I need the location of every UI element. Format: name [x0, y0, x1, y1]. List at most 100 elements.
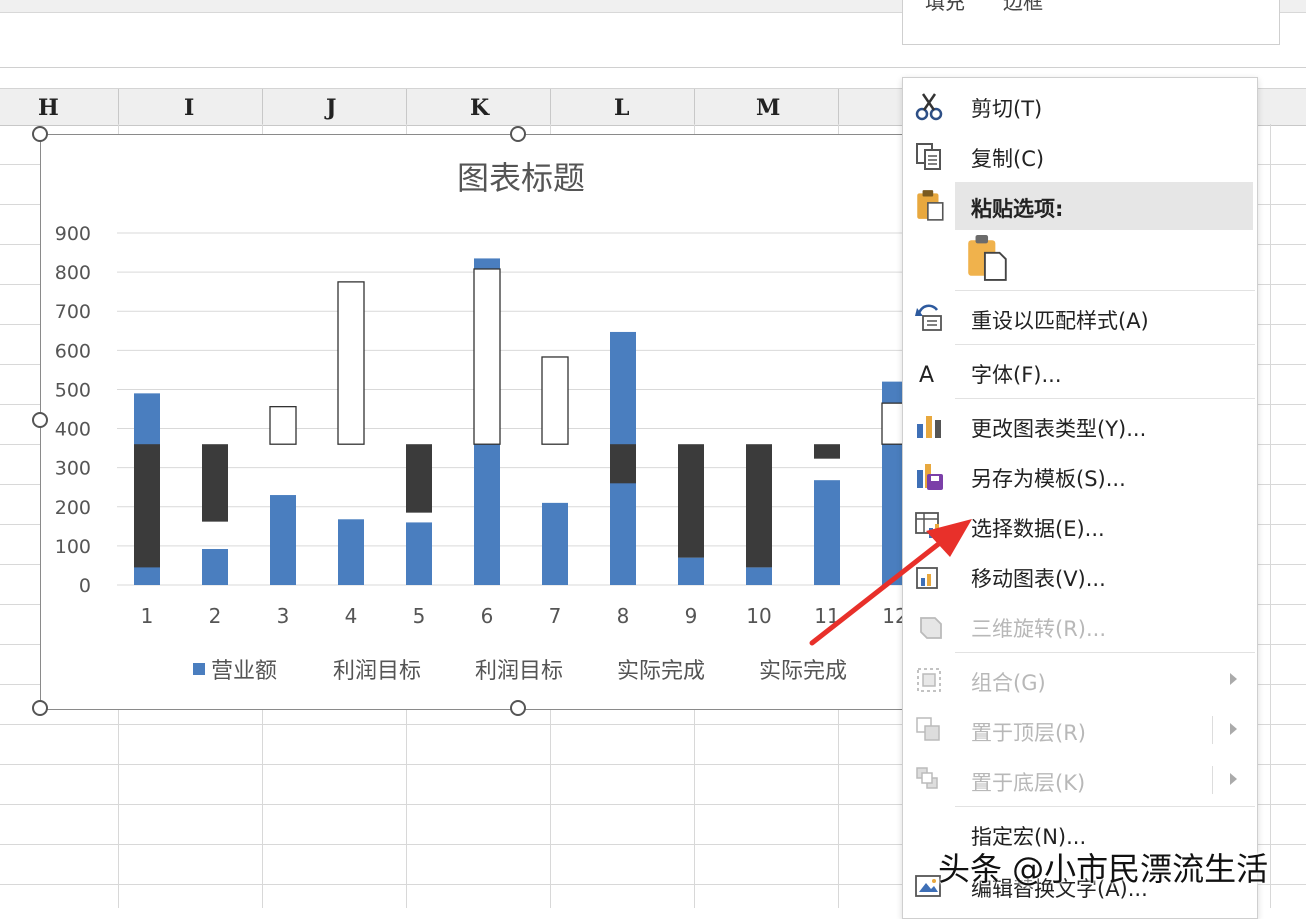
- x-tick-label: 7: [549, 604, 562, 628]
- menu-separator: [955, 652, 1255, 653]
- column-header-k[interactable]: K: [470, 95, 489, 121]
- menu-item-label: 三维旋转(R)...: [971, 617, 1107, 641]
- menu-item-group[interactable]: 组合(G): [903, 656, 1257, 704]
- menu-item-send-back[interactable]: 置于底层(K): [903, 756, 1257, 804]
- x-tick-label: 6: [481, 604, 494, 628]
- x-tick-label: 3: [277, 604, 290, 628]
- menu-separator: [955, 398, 1255, 399]
- menu-item-reset-style[interactable]: 重设以匹配样式(A): [903, 294, 1257, 342]
- y-tick-label: 900: [55, 223, 91, 245]
- column-separator[interactable]: [406, 89, 407, 125]
- legend-entry: 实际完成: [617, 659, 705, 684]
- fill-tab[interactable]: 填充: [925, 0, 965, 15]
- submenu-divider: [1212, 716, 1213, 744]
- bar-segment-white: [337, 281, 365, 445]
- y-tick-label: 300: [55, 458, 91, 480]
- y-tick-label: 700: [55, 301, 91, 323]
- bar-segment-blue: [542, 502, 568, 585]
- annotation-arrow: [809, 519, 972, 646]
- bar-segment-dark: [678, 444, 704, 558]
- bar-segment-white: [541, 356, 569, 445]
- legend-entry: 营业额: [211, 659, 277, 684]
- x-tick-label: 9: [685, 604, 698, 628]
- menu-item-label: 另存为模板(S)...: [971, 467, 1126, 491]
- menu-item-copy[interactable]: 复制(C): [903, 132, 1257, 180]
- y-tick-label: 500: [55, 379, 91, 401]
- menu-item-label: 组合(G): [971, 671, 1046, 695]
- menu-item-cut[interactable]: 剪切(T): [903, 82, 1257, 130]
- menu-item-font[interactable]: A 字体(F)...: [903, 348, 1257, 396]
- paste-keep-button[interactable]: [965, 234, 1011, 284]
- bar-segment-dark: [814, 444, 840, 459]
- save-template-icon: [917, 464, 943, 490]
- y-tick-label: 0: [79, 575, 91, 597]
- bar-segment-white: [269, 406, 297, 445]
- column-header-h[interactable]: H: [38, 95, 59, 121]
- bar-segment-blue: [406, 522, 432, 585]
- bring-front-icon: [916, 717, 940, 741]
- chart-object[interactable]: 图表标题 0 100 200 300 400 500 600 700 800 900 1 2 3 4 5 6 7 8…: [40, 134, 912, 710]
- column-separator[interactable]: [838, 89, 839, 125]
- bar-segment-dark: [406, 444, 432, 513]
- bar-segment-blue: [202, 549, 228, 585]
- resize-handle-bottom-left[interactable]: [32, 700, 48, 716]
- menu-item-label: 置于底层(K): [971, 771, 1086, 795]
- column-header-l[interactable]: L: [614, 95, 629, 121]
- resize-handle-left[interactable]: [32, 412, 48, 428]
- menu-item-change-chart-type[interactable]: 更改图表类型(Y)...: [903, 402, 1257, 450]
- copy-icon: [916, 143, 941, 170]
- resize-handle-top-left[interactable]: [32, 126, 48, 142]
- x-tick-label: 2: [209, 604, 222, 628]
- svg-text:A: A: [919, 363, 934, 388]
- column-header-j[interactable]: J: [326, 95, 336, 121]
- column-header-i[interactable]: I: [184, 95, 194, 121]
- x-tick-label: 4: [345, 604, 358, 628]
- bar-segment-blue: [678, 557, 704, 585]
- y-tick-label: 200: [55, 497, 91, 519]
- bar-segment-blue: [746, 567, 772, 585]
- resize-handle-top[interactable]: [510, 126, 526, 142]
- column-separator[interactable]: [262, 89, 263, 125]
- menu-item-bring-front[interactable]: 置于顶层(R): [903, 706, 1257, 754]
- resize-handle-bottom[interactable]: [510, 700, 526, 716]
- chart-type-icon: [917, 416, 941, 438]
- menu-item-label: 移动图表(V)...: [971, 567, 1106, 591]
- border-tab[interactable]: 边框: [1003, 0, 1043, 15]
- paste-keep-icon: [968, 235, 1007, 281]
- legend-entry: 实际完成: [759, 659, 847, 684]
- scissors-icon: [915, 93, 943, 121]
- paste-icon: [917, 190, 944, 221]
- menu-item-label: 复制(C): [971, 147, 1045, 171]
- watermark: 头条 @小市民漂流生活: [938, 850, 1269, 888]
- x-tick-label: 1: [141, 604, 154, 628]
- menu-separator: [955, 806, 1255, 807]
- x-tick-label: 10: [746, 604, 771, 628]
- menu-item-label: 更改图表类型(Y)...: [971, 417, 1147, 441]
- stacked-bar-chart: 图表标题 0 100 200 300 400 500 600 700 800 900 1 2 3 4 5 6 7 8…: [55, 159, 909, 684]
- x-tick-label: 8: [617, 604, 630, 628]
- y-tick-label: 100: [55, 536, 91, 558]
- legend-entry: 利润目标: [475, 659, 563, 684]
- legend-swatch: [193, 663, 205, 675]
- legend-entry: 利润目标: [333, 659, 421, 684]
- menu-item-label: 剪切(T): [971, 97, 1043, 121]
- bar-segment-blue: [270, 495, 296, 585]
- menu-item-label: 字体(F)...: [971, 363, 1062, 387]
- menu-item-save-template[interactable]: 另存为模板(S)...: [903, 452, 1257, 500]
- bar-segment-dark: [746, 444, 772, 568]
- menu-item-label: 重设以匹配样式(A): [971, 309, 1149, 333]
- submenu-arrow-icon: [1230, 723, 1237, 735]
- bar-segment-dark: [134, 444, 160, 568]
- column-separator[interactable]: [118, 89, 119, 125]
- send-back-icon: [916, 767, 938, 789]
- menu-separator: [955, 290, 1255, 291]
- group-icon: [917, 668, 941, 692]
- submenu-divider: [1212, 766, 1213, 794]
- reset-style-icon: [915, 304, 942, 331]
- bar-segment-blue: [338, 519, 364, 585]
- column-header-m[interactable]: M: [756, 95, 780, 121]
- y-tick-label: 600: [55, 340, 91, 362]
- column-separator[interactable]: [550, 89, 551, 125]
- column-separator[interactable]: [694, 89, 695, 125]
- menu-item-paste-options: 粘贴选项:: [955, 182, 1253, 230]
